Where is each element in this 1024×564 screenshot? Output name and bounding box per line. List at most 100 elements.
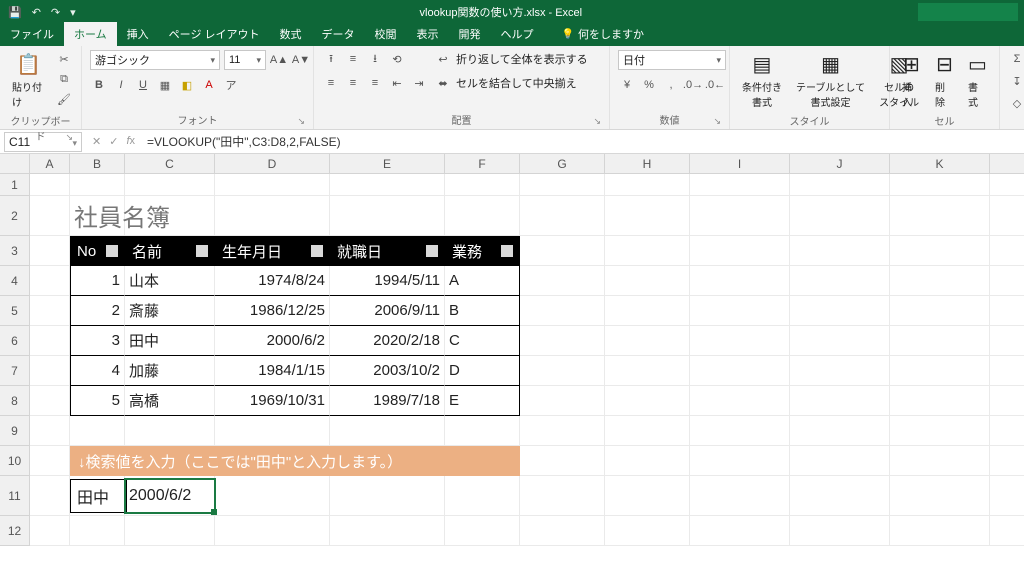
- gridcell[interactable]: [125, 416, 215, 446]
- gridcell[interactable]: [520, 296, 605, 326]
- filter-icon[interactable]: [196, 245, 208, 257]
- gridcell[interactable]: [790, 446, 890, 476]
- qat-customize-icon[interactable]: ▾: [70, 6, 76, 19]
- cell-dob-5[interactable]: 1986/12/25: [215, 296, 330, 326]
- table-format-button[interactable]: ▦テーブルとして 書式設定: [792, 50, 869, 111]
- fx-icon[interactable]: fx: [126, 135, 135, 148]
- gridcell[interactable]: [70, 416, 125, 446]
- number-format-combo[interactable]: 日付: [618, 50, 726, 70]
- cell-dob-6[interactable]: 2000/6/2: [215, 326, 330, 356]
- col-header-L[interactable]: L: [990, 154, 1024, 174]
- lookup-result-cell[interactable]: 2000/6/2: [125, 479, 215, 513]
- row-header-12[interactable]: 12: [0, 516, 30, 546]
- font-size-combo[interactable]: 11: [224, 50, 266, 70]
- gridcell[interactable]: [520, 446, 605, 476]
- gridcell[interactable]: [30, 236, 70, 266]
- row-header-8[interactable]: 8: [0, 386, 30, 416]
- phonetic-icon[interactable]: ア: [222, 76, 240, 94]
- lookup-key-cell[interactable]: 田中: [70, 479, 127, 513]
- gridcell[interactable]: [605, 196, 690, 236]
- gridcell[interactable]: [30, 416, 70, 446]
- cell-no-5[interactable]: 2: [70, 296, 125, 326]
- gridcell[interactable]: [790, 416, 890, 446]
- row-header-1[interactable]: 1: [0, 174, 30, 196]
- row-header-3[interactable]: 3: [0, 236, 30, 266]
- gridcell[interactable]: [520, 326, 605, 356]
- gridcell[interactable]: [520, 174, 605, 196]
- gridcell[interactable]: [890, 296, 990, 326]
- gridcell[interactable]: [790, 174, 890, 196]
- gridcell[interactable]: [890, 386, 990, 416]
- gridcell[interactable]: [890, 516, 990, 546]
- col-header-F[interactable]: F: [445, 154, 520, 174]
- gridcell[interactable]: [690, 326, 790, 356]
- cell-hire-6[interactable]: 2020/2/18: [330, 326, 445, 356]
- font-launcher-icon[interactable]: ↘: [297, 116, 305, 127]
- col-header-dob[interactable]: 生年月日: [215, 236, 330, 266]
- increase-indent-icon[interactable]: ⇥: [410, 74, 428, 92]
- gridcell[interactable]: [990, 476, 1024, 516]
- gridcell[interactable]: [30, 196, 70, 236]
- gridcell[interactable]: [790, 196, 890, 236]
- gridcell[interactable]: [790, 326, 890, 356]
- gridcell[interactable]: [990, 266, 1024, 296]
- tab-review[interactable]: 校閲: [365, 22, 407, 46]
- gridcell[interactable]: [690, 296, 790, 326]
- cell-job-4[interactable]: A: [445, 266, 520, 296]
- gridcell[interactable]: [215, 416, 330, 446]
- save-icon[interactable]: 💾: [8, 6, 22, 19]
- gridcell[interactable]: [215, 476, 330, 516]
- tab-help[interactable]: ヘルプ: [491, 22, 544, 46]
- gridcell[interactable]: [990, 416, 1024, 446]
- underline-icon[interactable]: U: [134, 76, 152, 94]
- align-top-icon[interactable]: ⭱: [322, 50, 340, 68]
- gridcell[interactable]: [790, 386, 890, 416]
- gridcell[interactable]: [520, 236, 605, 266]
- bold-icon[interactable]: B: [90, 76, 108, 94]
- gridcell[interactable]: [790, 356, 890, 386]
- gridcell[interactable]: [605, 516, 690, 546]
- formula-input[interactable]: =VLOOKUP("田中",C3:D8,2,FALSE): [141, 133, 1024, 150]
- cut-icon[interactable]: ✂: [55, 50, 73, 68]
- align-right-icon[interactable]: ≡: [366, 74, 384, 92]
- orientation-icon[interactable]: ⟲: [388, 50, 406, 68]
- cell-no-6[interactable]: 3: [70, 326, 125, 356]
- gridcell[interactable]: [70, 516, 125, 546]
- comma-icon[interactable]: ,: [662, 76, 680, 94]
- gridcell[interactable]: [890, 476, 990, 516]
- tab-developer[interactable]: 開発: [449, 22, 491, 46]
- cell-name-8[interactable]: 高橋: [125, 386, 215, 416]
- gridcell[interactable]: [890, 416, 990, 446]
- gridcell[interactable]: [30, 446, 70, 476]
- col-header-A[interactable]: A: [30, 154, 70, 174]
- gridcell[interactable]: [790, 266, 890, 296]
- gridcell[interactable]: [890, 236, 990, 266]
- gridcell[interactable]: [70, 174, 125, 196]
- gridcell[interactable]: [445, 416, 520, 446]
- cell-hire-7[interactable]: 2003/10/2: [330, 356, 445, 386]
- col-header-K[interactable]: K: [890, 154, 990, 174]
- gridcell[interactable]: [520, 266, 605, 296]
- gridcell[interactable]: [890, 326, 990, 356]
- gridcell[interactable]: [30, 516, 70, 546]
- cell-name-7[interactable]: 加藤: [125, 356, 215, 386]
- col-header-hire[interactable]: 就職日: [330, 236, 445, 266]
- gridcell[interactable]: [790, 296, 890, 326]
- cell-hire-5[interactable]: 2006/9/11: [330, 296, 445, 326]
- gridcell[interactable]: [990, 356, 1024, 386]
- gridcell[interactable]: [30, 476, 70, 516]
- cell-name-5[interactable]: 斎藤: [125, 296, 215, 326]
- gridcell[interactable]: [445, 516, 520, 546]
- gridcell[interactable]: [605, 174, 690, 196]
- filter-icon[interactable]: [311, 245, 323, 257]
- gridcell[interactable]: [790, 236, 890, 266]
- account-area[interactable]: [918, 3, 1018, 21]
- col-header-G[interactable]: G: [520, 154, 605, 174]
- gridcell[interactable]: [520, 356, 605, 386]
- gridcell[interactable]: [445, 196, 520, 236]
- undo-icon[interactable]: ↶: [32, 6, 41, 19]
- col-header-job[interactable]: 業務: [445, 236, 520, 266]
- cell-job-7[interactable]: D: [445, 356, 520, 386]
- gridcell[interactable]: [30, 296, 70, 326]
- tell-me[interactable]: 何をしますか: [552, 22, 654, 46]
